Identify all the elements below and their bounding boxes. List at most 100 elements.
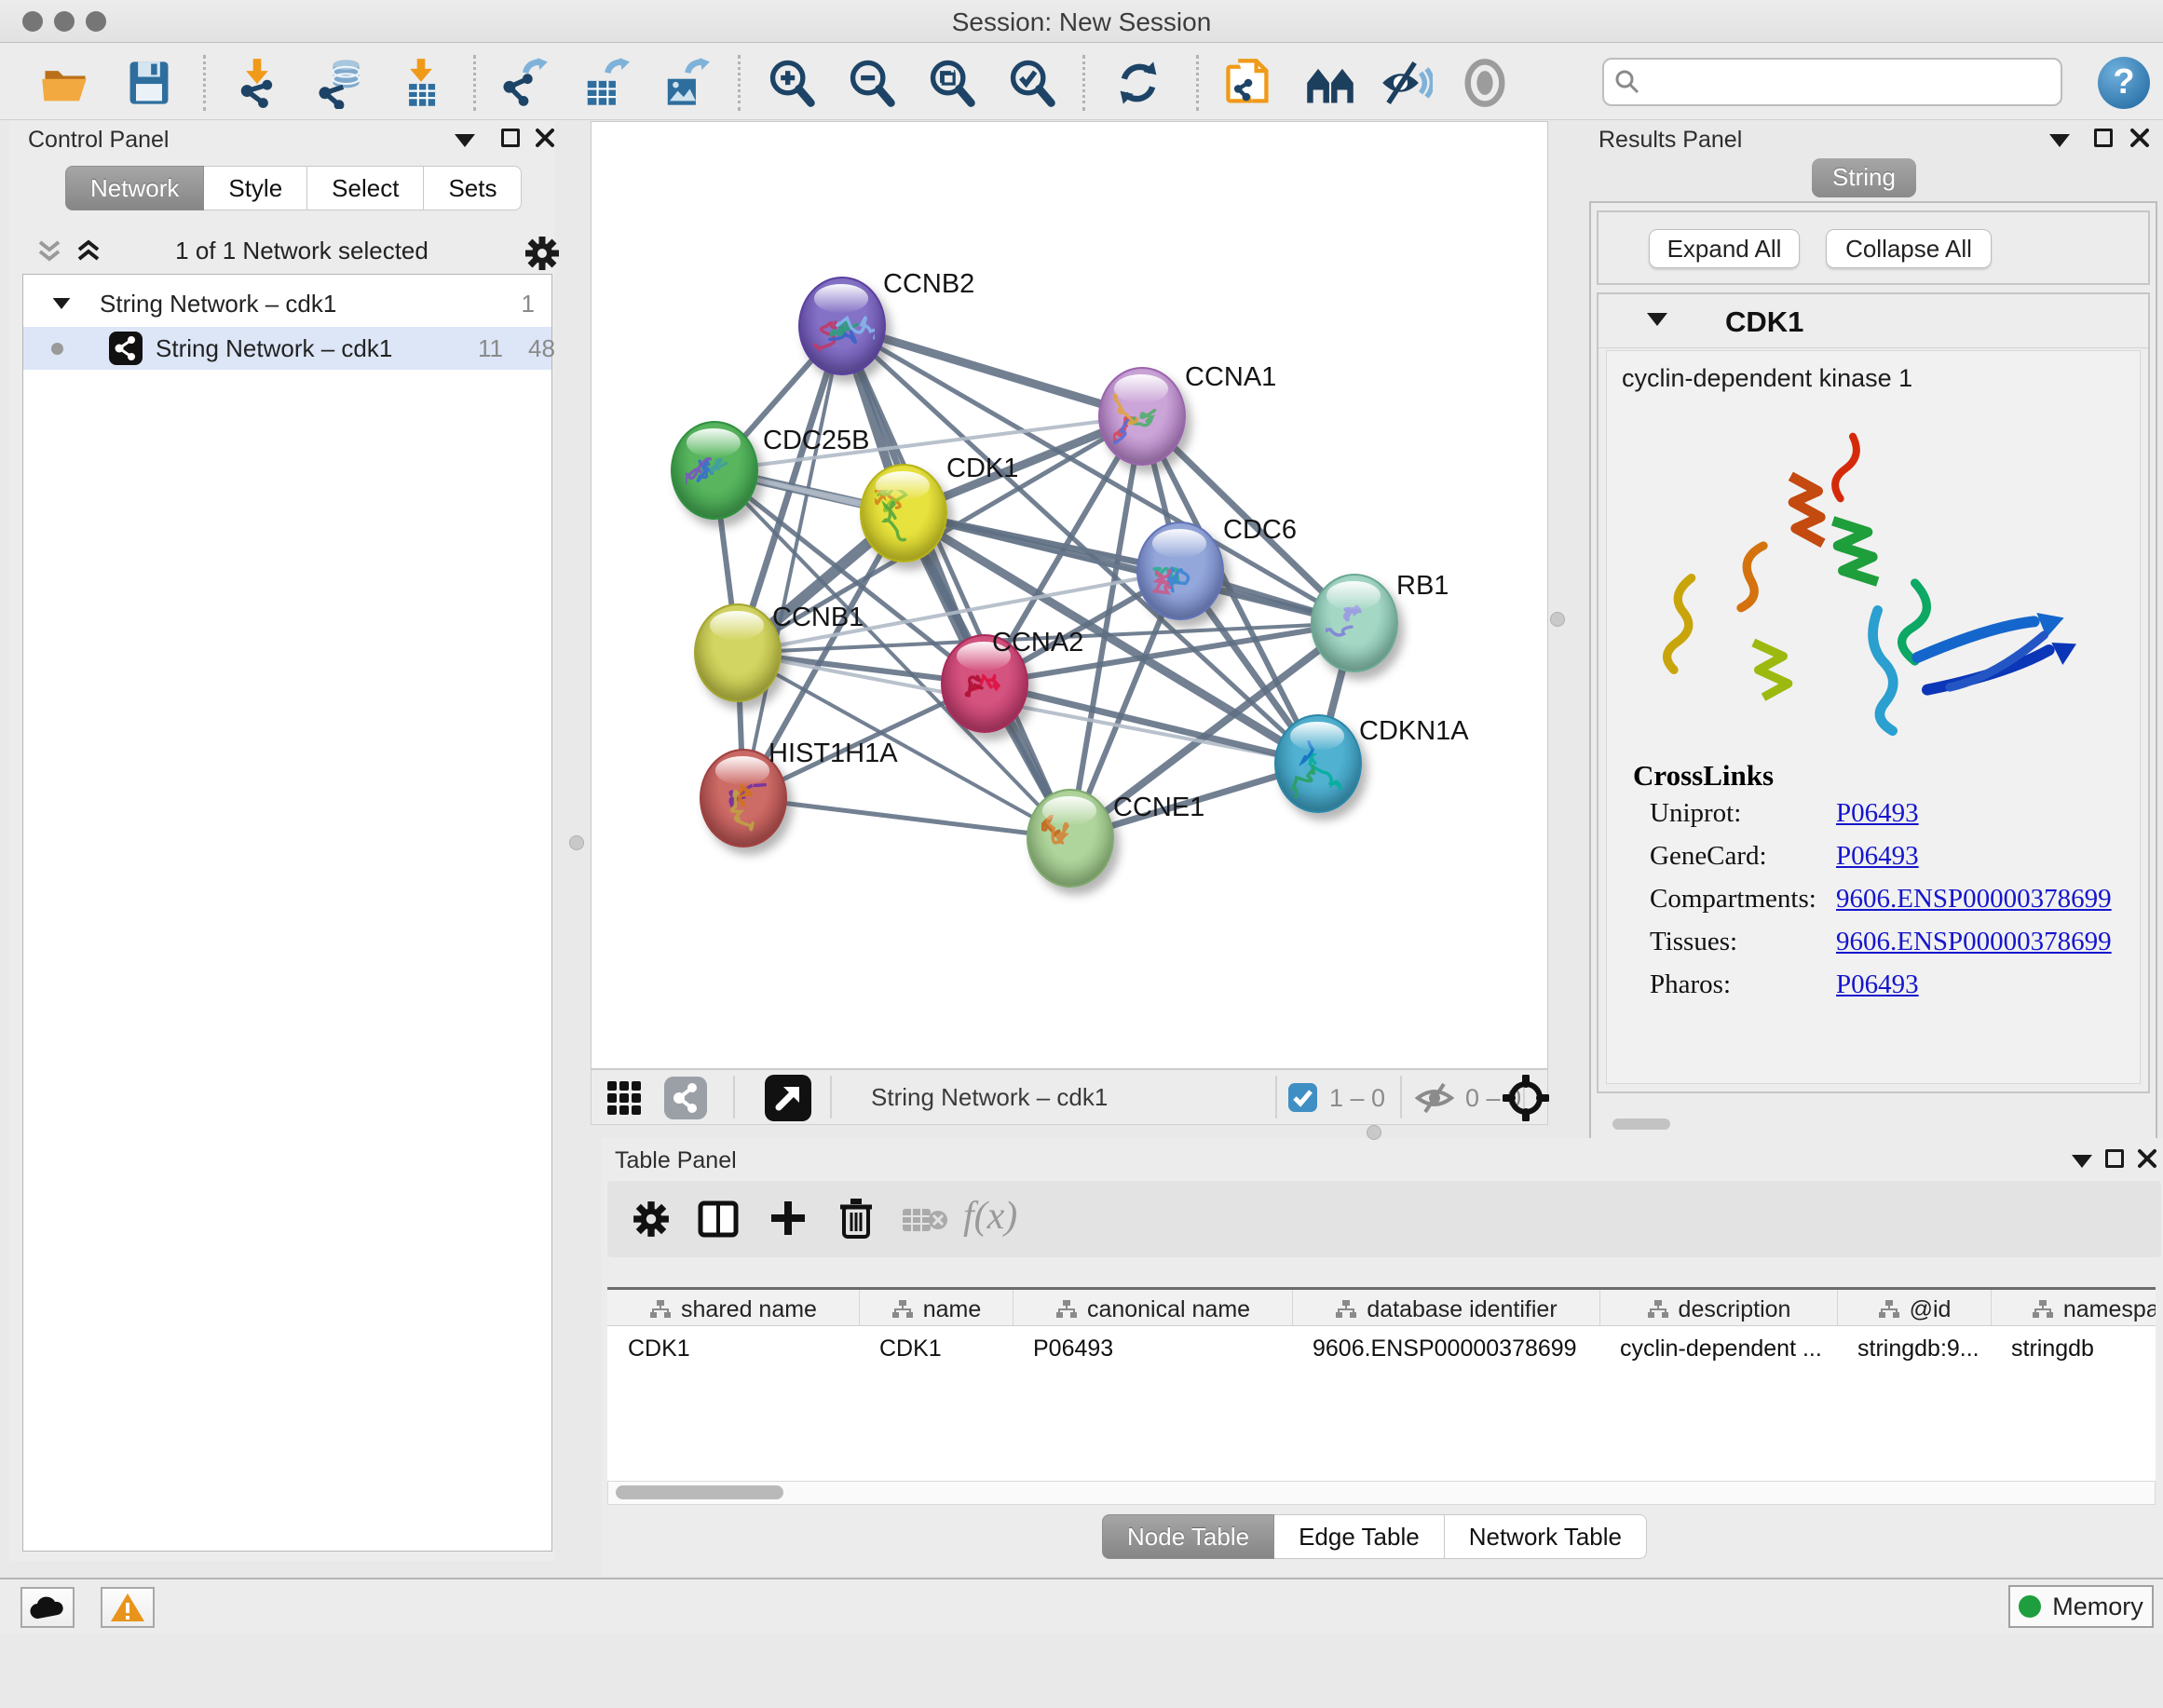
open-folder-icon[interactable] [39,57,91,109]
results-scrollbar-thumb[interactable] [1612,1118,1670,1130]
warning-status-button[interactable] [101,1587,155,1628]
zoom-out-icon[interactable] [846,57,898,109]
search-input[interactable] [1641,68,2033,97]
panel-close-icon[interactable] [2129,128,2150,148]
table-cell[interactable]: stringdb [1991,1326,2156,1369]
export-table-icon[interactable] [578,57,630,109]
tab-network-table[interactable]: Network Table [1445,1514,1647,1559]
hide-selected-eye-icon[interactable] [1381,57,1433,109]
export-network-icon[interactable] [497,57,550,109]
toolbar-separator [733,1076,735,1118]
detach-view-icon[interactable] [765,1075,811,1121]
export-image-icon[interactable] [658,57,710,109]
table-cell[interactable]: CDK1 [859,1326,1013,1369]
panel-menu-icon[interactable] [2049,134,2070,147]
selected-checkbox-icon[interactable] [1288,1083,1317,1112]
grid-view-icon[interactable] [606,1080,642,1116]
zoom-selected-icon[interactable] [1006,57,1058,109]
network-node-CDC6[interactable] [1136,522,1224,620]
tab-string[interactable]: String [1812,158,1916,197]
table-cell[interactable]: cyclin-dependent ... [1599,1326,1837,1369]
column-header-name[interactable]: name [859,1290,1013,1326]
gear-icon[interactable] [524,235,561,272]
gear-icon[interactable] [632,1200,671,1239]
network-row[interactable]: String Network – cdk1 11 48 [23,327,551,370]
import-database-icon[interactable] [313,57,365,109]
toolbar-separator [203,55,206,111]
tab-node-table[interactable]: Node Table [1102,1514,1274,1559]
new-network-from-selection-icon[interactable] [1222,57,1274,109]
table-cell[interactable]: CDK1 [607,1326,859,1369]
table-scrollbar-thumb[interactable] [616,1485,783,1499]
right-splitter-handle[interactable] [1550,612,1565,627]
column-header-database-identifier[interactable]: database identifier [1292,1290,1599,1326]
zoom-in-icon[interactable] [766,57,818,109]
panel-float-icon[interactable] [2105,1149,2124,1168]
crosslink-link[interactable]: 9606.ENSP00000378699 [1836,927,2112,957]
import-table-icon[interactable] [395,57,447,109]
column-header-canonical-name[interactable]: canonical name [1013,1290,1292,1326]
first-neighbors-houses-icon[interactable] [1304,57,1356,109]
column-header-@id[interactable]: @id [1837,1290,1991,1326]
column-header-namespace[interactable]: namespace [1991,1290,2156,1326]
edge-CCNB2-CCNA1[interactable] [842,326,1142,416]
help-icon[interactable]: ? [2098,57,2150,109]
delete-column-trash-icon[interactable] [837,1196,876,1240]
network-node-CCNA1[interactable] [1098,367,1186,466]
collapse-all-chevrons-icon[interactable] [35,238,63,264]
zoom-fit-icon[interactable] [926,57,978,109]
network-collection-row[interactable]: String Network – cdk1 1 [23,282,551,325]
tab-sets[interactable]: Sets [424,166,522,210]
collapse-all-button[interactable]: Collapse All [1826,229,1992,268]
panel-menu-icon[interactable] [455,134,475,147]
edge-HIST1H1A-CCNE1[interactable] [743,798,1070,838]
tab-edge-table[interactable]: Edge Table [1274,1514,1445,1559]
table-row[interactable]: CDK1CDK1P064939606.ENSP00000378699cyclin… [607,1326,2156,1481]
crosslink-link[interactable]: P06493 [1836,841,1919,872]
network-node-CCNB2[interactable] [798,277,886,375]
memory-button[interactable]: Memory [2008,1585,2154,1628]
network-node-CDC25B[interactable] [671,421,758,520]
left-splitter-handle[interactable] [569,835,584,850]
expand-all-button[interactable]: Expand All [1649,229,1800,268]
table-cell[interactable]: 9606.ENSP00000378699 [1292,1326,1599,1369]
tab-select[interactable]: Select [307,166,424,210]
column-header-description[interactable]: description [1599,1290,1837,1326]
main-toolbar: ? [0,44,2163,120]
cloud-status-button[interactable] [20,1587,75,1628]
tab-style[interactable]: Style [204,166,307,210]
add-column-icon[interactable] [768,1198,809,1239]
apply-layout-refresh-icon[interactable] [1112,57,1164,109]
crosslink-link[interactable]: P06493 [1836,969,1919,1000]
bottom-splitter-handle[interactable] [1367,1125,1381,1140]
show-all-eye-icon[interactable] [1459,57,1511,109]
columns-icon[interactable] [697,1198,740,1240]
panel-menu-icon[interactable] [2072,1155,2092,1168]
network-node-CDKN1A[interactable] [1274,714,1362,813]
network-node-CDK1[interactable] [860,464,947,563]
table-cell[interactable]: P06493 [1013,1326,1292,1369]
network-node-CCNE1[interactable] [1027,789,1114,888]
collection-expand-icon[interactable] [53,298,71,309]
network-node-CCNB1[interactable] [694,603,782,702]
table-horizontal-scrollbar[interactable] [607,1481,2156,1505]
panel-close-icon[interactable] [2137,1148,2157,1169]
table-cell[interactable]: stringdb:9... [1837,1326,1991,1369]
network-node-RB1[interactable] [1311,574,1398,672]
import-network-icon[interactable] [231,57,283,109]
crosslink-link[interactable]: 9606.ENSP00000378699 [1836,884,2112,915]
entry-collapse-icon[interactable] [1647,313,1667,326]
panel-close-icon[interactable] [535,128,555,148]
fit-selected-crosshair-icon[interactable] [1503,1075,1549,1121]
save-icon[interactable] [123,57,175,109]
expand-all-chevrons-icon[interactable] [75,238,102,264]
panel-float-icon[interactable] [501,129,520,147]
network-canvas[interactable]: CCNB2CCNA1CDC25BCDK1CDC6RB1CCNB1CCNA2CDK… [591,121,1548,1069]
network-share-view-icon[interactable] [664,1077,707,1119]
crosslink-link[interactable]: P06493 [1836,798,1919,829]
delete-table-icon[interactable] [902,1205,948,1235]
panel-float-icon[interactable] [2094,129,2113,147]
column-header-shared-name[interactable]: shared name [607,1290,859,1326]
gene-entry-header[interactable]: CDK1 [1598,294,2148,348]
tab-network[interactable]: Network [65,166,204,210]
